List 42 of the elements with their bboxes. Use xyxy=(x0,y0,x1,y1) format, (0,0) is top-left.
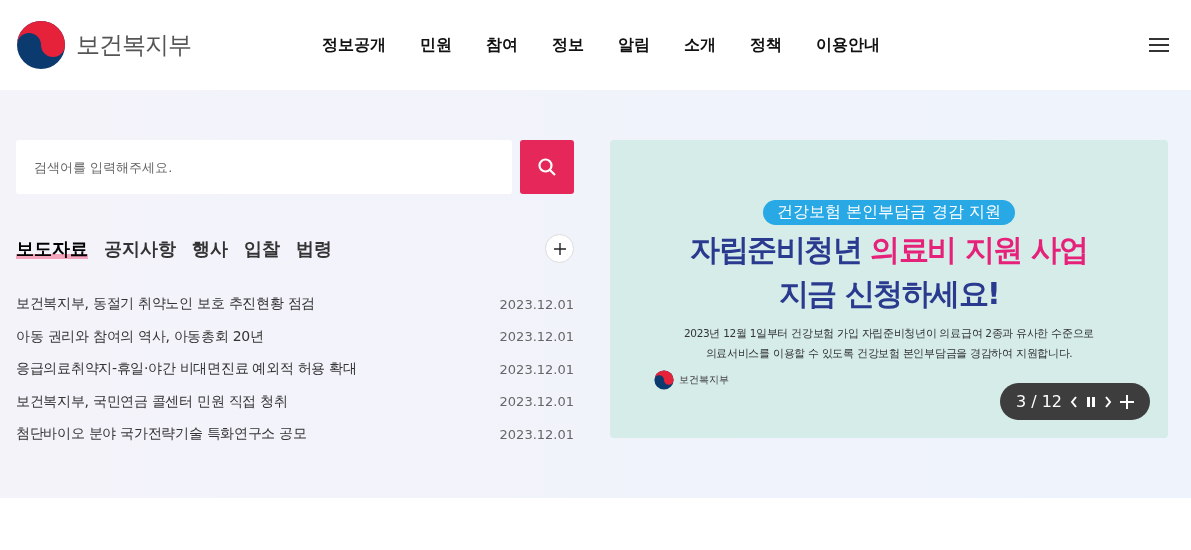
nav-link[interactable]: 이용안내 xyxy=(816,34,880,56)
nav-link[interactable]: 정책 xyxy=(750,34,782,56)
nav-link[interactable]: 소개 xyxy=(684,34,716,56)
prev-button[interactable] xyxy=(1070,395,1078,408)
tab[interactable]: 법령 xyxy=(296,236,332,261)
banner-headline: 지금 신청하세요! xyxy=(778,274,1000,312)
news-title[interactable]: 아동 권리와 참여의 역사, 아동총회 20년 xyxy=(16,327,500,346)
tab[interactable]: 공지사항 xyxy=(104,236,176,261)
nav-link[interactable]: 알림 xyxy=(618,34,650,56)
news-title[interactable]: 보건복지부, 국민연금 콜센터 민원 직접 청취 xyxy=(16,392,500,411)
tab[interactable]: 행사 xyxy=(192,236,228,261)
search-icon[interactable] xyxy=(537,157,557,177)
menu-icon[interactable] xyxy=(1149,37,1169,53)
banner-logo-text: 보건복지부 xyxy=(679,373,729,387)
search-field[interactable]: 검색어를 입력해주세요. xyxy=(16,140,512,194)
news-title[interactable]: 첨단바이오 분야 국가전략기술 특화연구소 공모 xyxy=(16,425,500,444)
emblem-icon xyxy=(654,370,674,390)
news-date: 2023.12.01 xyxy=(499,296,574,312)
nav-link[interactable]: 민원 xyxy=(420,34,452,56)
banner-headline: 자립준비청년 의료비 지원 사업 xyxy=(690,231,1088,269)
nav-link[interactable]: 정보 xyxy=(552,34,584,56)
banner-tag: 건강보험 본인부담금 경감 지원 xyxy=(763,200,1015,225)
more-button[interactable] xyxy=(545,234,574,263)
news-date: 2023.12.01 xyxy=(499,361,574,377)
slide-counter: 3 / 12 xyxy=(1015,392,1062,411)
next-button[interactable] xyxy=(1104,395,1112,408)
nav-link[interactable]: 정보공개 xyxy=(322,34,386,56)
pause-button[interactable] xyxy=(1086,395,1096,408)
plus-icon[interactable] xyxy=(553,242,566,255)
news-title[interactable]: 응급의료취약지-휴일·야간 비대면진료 예외적 허용 확대 xyxy=(16,360,500,379)
news-date: 2023.12.01 xyxy=(499,394,574,410)
banner-text: 2023년 12월 1일부터 건강보험 가입 자립준비청년이 의료급여 2종과 유사한 수준으로 의료서비스를 이용할 수 있도록 건강보험 본인부담금을 경감하여 지원합니다. xyxy=(683,326,1095,361)
news-date: 2023.12.01 xyxy=(499,426,574,442)
tab[interactable]: 입찰 xyxy=(244,236,280,261)
expand-button[interactable] xyxy=(1120,394,1134,409)
news-title[interactable]: 보건복지부, 동절기 취약노인 보호 추진현황 점검 xyxy=(16,295,500,314)
banner[interactable]: 건강보험 본인부담금 경감 지원 자립준비청년 의료비 지원 사업 지금 신청하세요! 2023년 12월 1일부터 건강보험 가입 자립준비청년이 의료급여 2종과 유사한 수준으로 의료서비스를 이용할 수 있도록 건강보험 본인부담금을 경감하여 지원합니다. 보건복지부 3 / 12 xyxy=(610,140,1168,438)
logo-text[interactable]: 보건복지부 xyxy=(76,29,191,61)
emblem-icon xyxy=(16,20,66,70)
news-date: 2023.12.01 xyxy=(499,329,574,345)
nav-link[interactable]: 참여 xyxy=(486,34,518,56)
search-button[interactable] xyxy=(520,140,574,194)
